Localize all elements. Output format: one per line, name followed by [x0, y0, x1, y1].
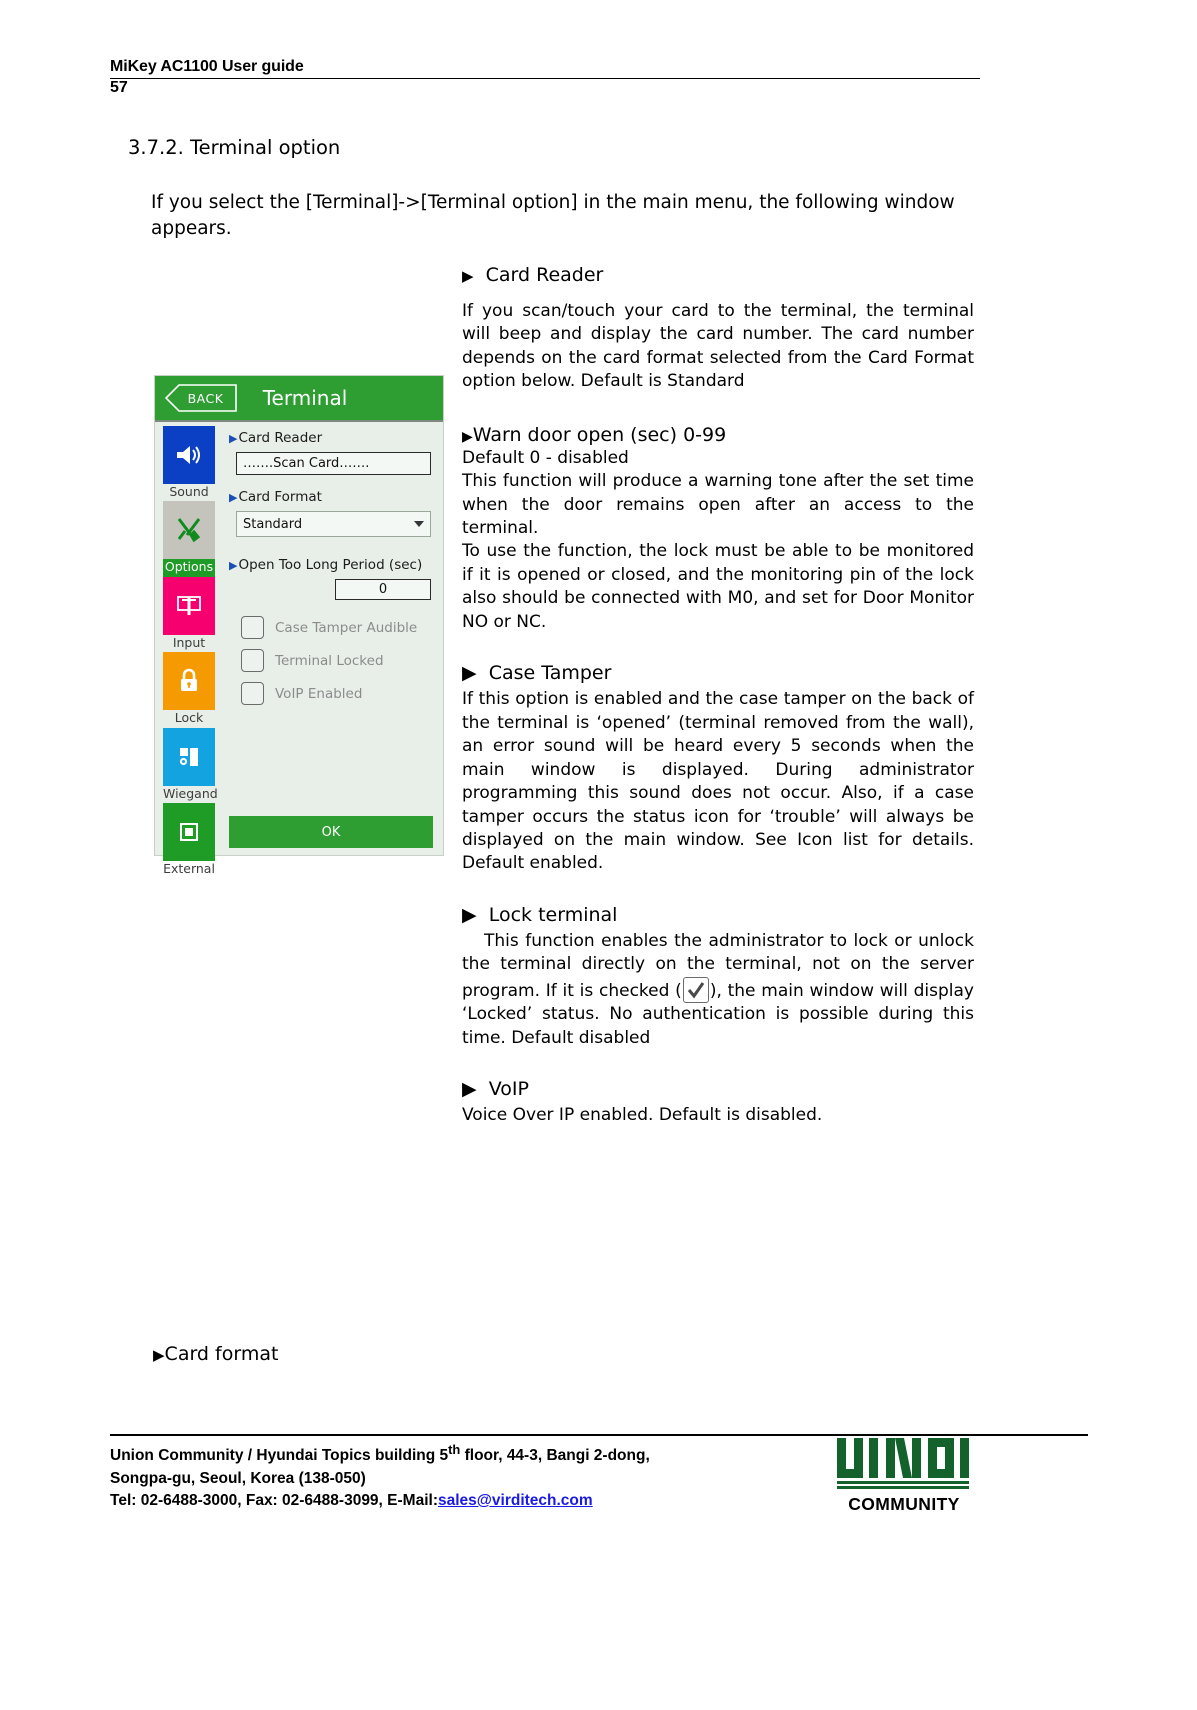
- warn-door-line1: Default 0 - disabled: [462, 447, 629, 468]
- checkbox-terminal-locked[interactable]: Terminal Locked: [241, 649, 433, 672]
- page-header: MiKey AC1100 User guide 57: [110, 58, 980, 96]
- logo-wordmark: COMMUNITY: [848, 1494, 960, 1514]
- footer-contact: Union Community / Hyundai Topics buildin…: [110, 1441, 870, 1513]
- warn-door-heading: ▶Warn door open (sec) 0-99: [462, 423, 727, 446]
- union-logo-mark: [833, 1436, 975, 1492]
- card-reader-input[interactable]: …….Scan Card…….: [236, 452, 431, 475]
- ok-button[interactable]: OK: [229, 816, 433, 848]
- voip-body: Voice Over IP enabled. Default is disabl…: [462, 1105, 823, 1126]
- page-number: 57: [110, 79, 128, 96]
- terminal-titlebar: BACK Terminal: [155, 376, 443, 420]
- triangle-marker-icon: ▶: [462, 1078, 477, 1101]
- checkbox-label: Terminal Locked: [275, 652, 384, 669]
- card-reader-field-label: ▶ Card Reader: [229, 430, 323, 446]
- footer-line-2: Songpa-gu, Seoul, Korea (138-050): [110, 1469, 366, 1487]
- checkbox-label: Case Tamper Audible: [275, 619, 418, 636]
- triangle-marker-icon: ▶: [229, 490, 238, 504]
- card-reader-section: ▶ Card Reader If you scan/touch your car…: [462, 264, 974, 394]
- union-community-logo: COMMUNITY: [833, 1436, 975, 1515]
- terminal-sidebar: Sound Options Input Lock Wiegand Externa…: [155, 422, 223, 876]
- card-format-value: Standard: [243, 516, 303, 532]
- document-page: MiKey AC1100 User guide 57 3.7.2. Termin…: [0, 0, 1197, 1710]
- voip-section: ▶ VoIP Voice Over IP enabled. Default is…: [462, 1078, 974, 1127]
- sidebar-item-lock[interactable]: Lock: [163, 652, 215, 727]
- triangle-marker-icon: ▶: [462, 267, 474, 285]
- header-divider: [110, 78, 980, 79]
- footer-line-3: Tel: 02-6488-3000, Fax: 02-6488-3099, E-…: [110, 1492, 593, 1510]
- header-title: MiKey AC1100 User guide: [110, 58, 304, 75]
- card-reader-body: If you scan/touch your card to the termi…: [462, 300, 974, 392]
- sidebar-item-input[interactable]: Input: [163, 576, 215, 652]
- speaker-icon: [163, 426, 215, 484]
- section-intro: If you select the [Terminal]->[Terminal …: [151, 192, 955, 240]
- sidebar-item-sound[interactable]: Sound: [163, 426, 215, 501]
- open-too-long-value: 0: [378, 582, 388, 597]
- voip-heading: ▶ VoIP: [462, 1078, 529, 1101]
- back-button-label: BACK: [187, 390, 224, 406]
- footer-superscript: th: [448, 1442, 461, 1457]
- lock-terminal-body: This function enables the administrator …: [462, 930, 974, 1050]
- sidebar-label-external: External: [163, 860, 215, 876]
- checkbox-icon[interactable]: [241, 649, 264, 672]
- lock-terminal-section: ▶ Lock terminal This function enables th…: [462, 904, 974, 1050]
- case-tamper-heading: ▶ Case Tamper: [462, 662, 612, 685]
- section-heading: 3.7.2. Terminal option: [128, 136, 341, 159]
- triangle-marker-icon: ▶: [153, 1346, 165, 1364]
- card-format-select[interactable]: Standard: [236, 511, 431, 537]
- back-button[interactable]: BACK: [165, 384, 237, 412]
- triangle-marker-icon: ▶: [229, 558, 238, 572]
- checked-checkbox-icon: [682, 976, 709, 1003]
- card-reader-value: …….Scan Card…….: [243, 456, 370, 471]
- checkbox-case-tamper-audible[interactable]: Case Tamper Audible: [241, 616, 433, 639]
- card-reader-heading: ▶ Card Reader: [462, 264, 604, 286]
- wiegand-icon: [163, 727, 215, 786]
- card-format-heading: ▶Card format: [153, 1343, 279, 1365]
- content-column: ▶ Card Reader If you scan/touch your car…: [462, 264, 974, 1128]
- triangle-marker-icon: ▶: [229, 431, 238, 445]
- keypad-icon: [163, 576, 215, 635]
- sidebar-item-external[interactable]: External: [163, 802, 215, 878]
- case-tamper-section: ▶ Case Tamper If this option is enabled …: [462, 662, 974, 876]
- checkbox-voip-enabled[interactable]: VoIP Enabled: [241, 682, 433, 705]
- sidebar-label-options: Options: [163, 559, 215, 577]
- warn-door-line2: This function will produce a warning ton…: [462, 471, 974, 538]
- card-format-field-label: ▶ Card Format: [229, 489, 322, 505]
- external-icon: [163, 802, 215, 861]
- case-tamper-body: If this option is enabled and the case t…: [462, 689, 974, 874]
- terminal-content: ▶ Card Reader …….Scan Card……. ▶ Card Forma…: [223, 422, 443, 856]
- triangle-marker-icon: ▶: [462, 662, 477, 685]
- email-link[interactable]: sales@virditech.com: [438, 1492, 593, 1509]
- lock-terminal-heading: ▶ Lock terminal: [462, 903, 618, 926]
- checkbox-icon[interactable]: [241, 616, 264, 639]
- sidebar-label-sound: Sound: [169, 484, 209, 499]
- footer-line-1: Union Community / Hyundai Topics buildin…: [110, 1442, 650, 1465]
- padlock-icon: [163, 652, 215, 711]
- open-too-long-field-label: ▶ Open Too Long Period (sec): [229, 557, 423, 573]
- chevron-down-icon: [414, 521, 424, 527]
- triangle-marker-icon: ▶: [462, 428, 473, 445]
- sidebar-label-lock: Lock: [174, 710, 204, 726]
- terminal-body: Sound Options Input Lock Wiegand Externa…: [155, 420, 443, 876]
- sidebar-label-input: Input: [172, 634, 206, 650]
- checkbox-icon[interactable]: [241, 682, 264, 705]
- warn-door-line3: To use the function, the lock must be ab…: [462, 541, 974, 632]
- sidebar-item-wiegand[interactable]: Wiegand: [163, 727, 218, 803]
- open-too-long-input[interactable]: 0: [335, 579, 431, 600]
- checkbox-label: VoIP Enabled: [275, 685, 363, 702]
- warn-door-section: ▶Warn door open (sec) 0-99 Default 0 - d…: [462, 424, 974, 635]
- terminal-option-screenshot: BACK Terminal Sound Options Input Lock W…: [154, 375, 444, 876]
- sidebar-label-wiegand: Wiegand: [163, 785, 218, 801]
- triangle-marker-icon: ▶: [462, 903, 477, 926]
- sidebar-item-options[interactable]: Options: [163, 501, 215, 577]
- tools-icon: [163, 501, 215, 560]
